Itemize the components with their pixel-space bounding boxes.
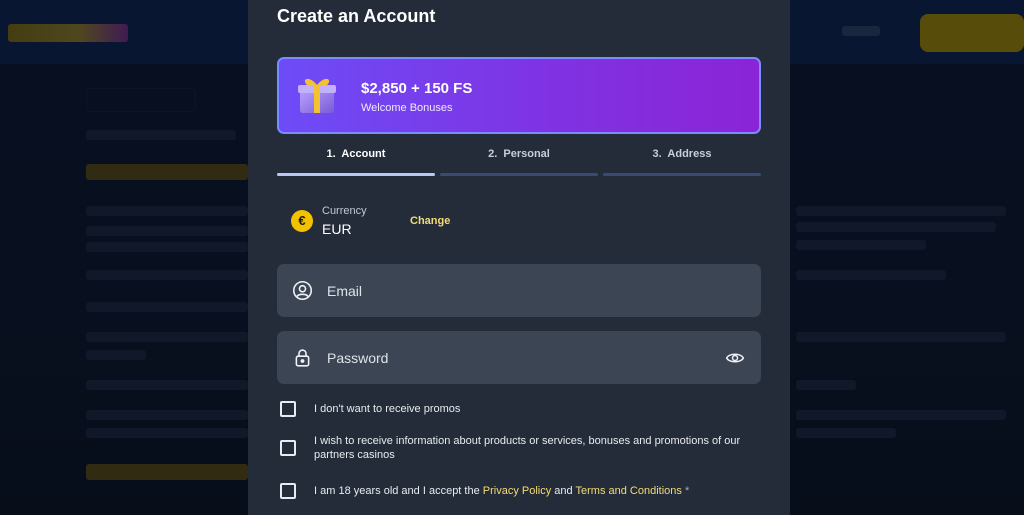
- currency-label: Currency: [322, 205, 367, 217]
- step-personal[interactable]: 2. Personal: [440, 148, 598, 176]
- step-progress-bar: [440, 173, 598, 176]
- welcome-bonus-banner: $2,850 + 150 FS Welcome Bonuses: [277, 57, 761, 134]
- partners-label: I wish to receive information about prod…: [314, 435, 741, 461]
- gift-icon: [298, 78, 336, 113]
- euro-icon: €: [291, 210, 313, 232]
- change-currency-button[interactable]: Change: [410, 215, 450, 227]
- privacy-policy-link[interactable]: Privacy Policy: [483, 485, 551, 497]
- step-progress-bar: [603, 173, 761, 176]
- promos-label: I don't want to receive promos: [314, 403, 461, 415]
- modal-title: Create an Account: [277, 6, 436, 26]
- currency-value: EUR: [322, 221, 352, 237]
- step-progress-bar: [277, 173, 435, 176]
- create-account-modal: Create an Account $2,850 + 150 FS Welcom…: [248, 0, 790, 515]
- bonus-amount: $2,850 + 150 FS: [361, 80, 473, 97]
- required-mark: *: [681, 485, 690, 497]
- partners-consent-row: I wish to receive information about prod…: [280, 433, 750, 463]
- age-terms-label: I am 18 years old and I accept the Priva…: [314, 484, 689, 498]
- step-account[interactable]: 1. Account: [277, 148, 435, 176]
- step-address[interactable]: 3. Address: [603, 148, 761, 176]
- age-terms-checkbox[interactable]: [280, 483, 296, 499]
- age-terms-and: and: [551, 485, 576, 497]
- currency-selector: € Currency EUR: [291, 205, 491, 239]
- eye-icon[interactable]: [725, 348, 745, 368]
- promos-checkbox[interactable]: [280, 401, 296, 417]
- step-label: 2. Personal: [488, 148, 550, 160]
- password-field[interactable]: [277, 331, 761, 384]
- partners-checkbox[interactable]: [280, 440, 296, 456]
- password-input[interactable]: [327, 331, 707, 384]
- bonus-subtitle: Welcome Bonuses: [361, 102, 453, 114]
- lock-icon: [295, 349, 310, 367]
- promos-opt-out-row: I don't want to receive promos: [280, 401, 750, 419]
- step-label: 3. Address: [652, 148, 712, 160]
- signup-steps: 1. Account 2. Personal 3. Address: [277, 148, 761, 176]
- user-circle-icon: [292, 280, 313, 301]
- terms-conditions-link[interactable]: Terms and Conditions: [576, 485, 682, 497]
- email-field[interactable]: [277, 264, 761, 317]
- step-label: 1. Account: [326, 148, 386, 160]
- age-terms-row: I am 18 years old and I accept the Priva…: [280, 483, 750, 501]
- email-input[interactable]: [327, 264, 707, 317]
- age-terms-text: I am 18 years old and I accept the: [314, 485, 483, 497]
